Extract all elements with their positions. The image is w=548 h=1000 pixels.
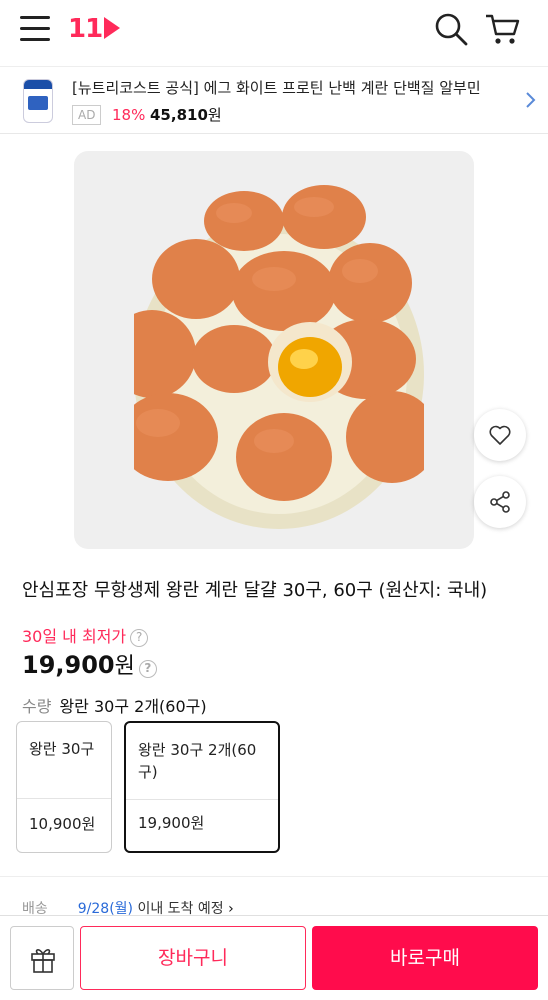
option-price: 19,900원 <box>138 814 205 832</box>
option-price: 10,900원 <box>29 815 96 833</box>
brand-logo[interactable]: 11 <box>68 14 121 44</box>
ad-badge: AD <box>72 105 102 125</box>
product-title: 안심포장 무항생제 왕란 계란 달걀 30구, 60구 (원산지: 국내) <box>22 580 488 601</box>
section-divider <box>0 876 548 877</box>
lowest-price-text: 30일 내 최저가 <box>22 627 127 646</box>
ad-price-currency: 원 <box>207 106 222 124</box>
gift-button[interactable] <box>10 926 74 990</box>
gift-icon <box>31 949 55 973</box>
top-header: 11 <box>0 0 548 62</box>
option-card-30[interactable]: 왕란 30구 10,900원 <box>16 721 112 853</box>
share-icon <box>490 491 510 513</box>
wishlist-button[interactable] <box>474 409 526 461</box>
add-to-cart-button[interactable]: 장바구니 <box>80 926 306 990</box>
ad-price: 45,810원 <box>150 104 222 126</box>
chevron-right-icon <box>526 92 536 108</box>
bottom-action-bar: 장바구니 바로구매 <box>0 915 548 1000</box>
option-name: 왕란 30구 <box>29 740 95 758</box>
price-value: 19,900 <box>22 651 115 679</box>
cart-icon[interactable] <box>484 12 520 46</box>
question-circle-icon[interactable]: ? <box>130 629 149 647</box>
price-currency: 원 <box>114 654 135 679</box>
buy-now-button[interactable]: 바로구매 <box>312 926 538 990</box>
egg-bowl-illustration <box>134 185 424 529</box>
product-image[interactable] <box>74 151 474 549</box>
menu-icon[interactable] <box>20 16 50 42</box>
ad-banner[interactable]: [뉴트리코스트 공식] 에그 화이트 프로틴 난백 계란 단백질 알부민 AD … <box>0 66 548 134</box>
search-icon[interactable] <box>434 12 468 46</box>
question-circle-icon[interactable]: ? <box>138 660 157 678</box>
option-name: 왕란 30구 2개(60구) <box>138 741 257 781</box>
quantity-row: 수량 왕란 30구 2개(60구) <box>22 693 207 717</box>
ad-product-thumbnail <box>18 75 58 127</box>
share-button[interactable] <box>474 476 526 528</box>
heart-icon <box>489 425 511 445</box>
ad-title: [뉴트리코스트 공식] 에그 화이트 프로틴 난백 계란 단백질 알부민 <box>72 79 481 97</box>
selected-option-text: 왕란 30구 2개(60구) <box>59 697 207 716</box>
ad-discount: 18% <box>112 106 146 124</box>
option-card-60[interactable]: 왕란 30구 2개(60구) 19,900원 <box>124 721 280 853</box>
logo-text: 11 <box>68 14 103 44</box>
quantity-label: 수량 <box>22 697 52 716</box>
ad-price-value: 45,810 <box>150 106 208 124</box>
lowest-price-label: 30일 내 최저가? <box>22 623 149 647</box>
product-price: 19,900원? <box>22 648 157 680</box>
